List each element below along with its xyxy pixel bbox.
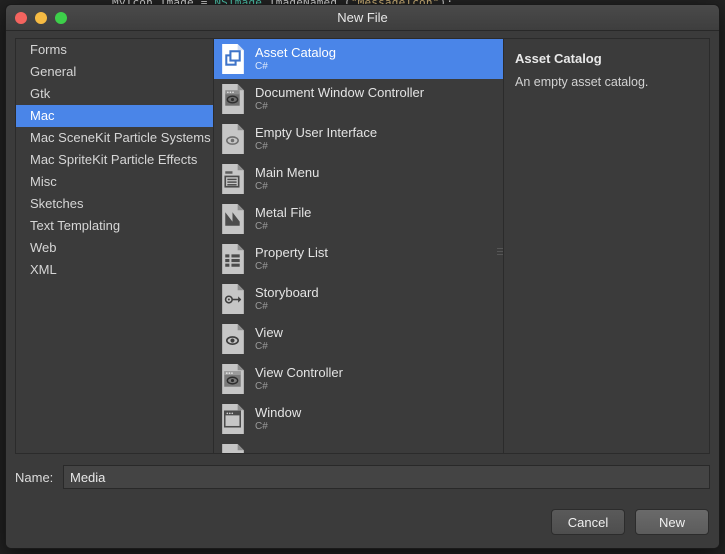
empty-user-interface-icon xyxy=(220,123,246,155)
template-item-text: View Controller C# xyxy=(255,365,343,393)
template-item-metal-file[interactable]: Metal File C# xyxy=(214,199,503,239)
template-item-language: C# xyxy=(255,341,268,352)
category-item-mac-spritekit-particle-effects[interactable]: Mac SpriteKit Particle Effects xyxy=(16,149,213,171)
view-icon xyxy=(220,323,246,355)
template-scroll-area[interactable]: Asset Catalog C# Document Window Controlle… xyxy=(214,39,503,453)
minimize-button[interactable] xyxy=(35,12,47,24)
template-item-text: Storyboard C# xyxy=(255,285,319,313)
category-item-web[interactable]: Web xyxy=(16,237,213,259)
template-item-storyboard[interactable]: Storyboard C# xyxy=(214,279,503,319)
template-item-language: C# xyxy=(255,181,268,192)
asset-catalog-icon xyxy=(220,43,246,75)
template-item-name: Metal File xyxy=(255,205,312,220)
dialog-body: Forms General Gtk Mac Mac SceneKit Particle … xyxy=(6,31,719,548)
template-item-empty-user-interface[interactable]: Empty User Interface C# xyxy=(214,119,503,159)
template-item-text: Window C# xyxy=(255,405,301,433)
template-item-language: C# xyxy=(255,301,268,312)
template-item-language: C# xyxy=(255,61,268,72)
pane-splitter-grip[interactable] xyxy=(497,244,503,258)
name-row: Name: xyxy=(15,465,710,489)
window-controls xyxy=(15,12,67,24)
template-item-asset-catalog[interactable]: Asset Catalog C# xyxy=(214,39,503,79)
category-item-sketches[interactable]: Sketches xyxy=(16,193,213,215)
panes-container: Forms General Gtk Mac Mac SceneKit Particle … xyxy=(15,38,710,454)
template-list[interactable]: Asset Catalog C# Document Window Controlle… xyxy=(214,39,504,453)
maximize-button[interactable] xyxy=(55,12,67,24)
template-item-language: C# xyxy=(255,221,268,232)
template-item-text: Property List C# xyxy=(255,245,328,273)
template-item-window[interactable]: Window C# xyxy=(214,399,503,439)
template-item-text: View C# xyxy=(255,325,283,353)
template-item-text: Metal File C# xyxy=(255,205,311,233)
template-item-main-menu[interactable]: Main Menu C# xyxy=(214,159,503,199)
template-item-text: Asset Catalog C# xyxy=(255,45,336,73)
template-item-language: C# xyxy=(255,421,268,432)
dialog-titlebar[interactable]: New File xyxy=(6,5,719,31)
new-file-dialog: New File Forms General Gtk Mac Mac SceneKit … xyxy=(5,4,720,549)
storyboard-icon xyxy=(220,283,246,315)
template-item-name: Empty User Interface xyxy=(255,125,378,140)
category-item-mac-scenekit-particle-systems[interactable]: Mac SceneKit Particle Systems xyxy=(16,127,213,149)
template-item-name: Asset Catalog xyxy=(255,45,336,60)
name-input[interactable] xyxy=(63,465,710,489)
document-icon xyxy=(220,443,246,453)
view-controller-icon xyxy=(220,363,246,395)
category-item-xml[interactable]: XML xyxy=(16,259,213,281)
main-menu-icon xyxy=(220,163,246,195)
document-window-controller-icon xyxy=(220,83,246,115)
window-icon xyxy=(220,403,246,435)
category-item-forms[interactable]: Forms xyxy=(16,39,213,61)
template-item-view-controller[interactable]: View Controller C# xyxy=(214,359,503,399)
template-item-text: Document Window Controller C# xyxy=(255,85,424,113)
category-item-mac[interactable]: Mac xyxy=(16,105,213,127)
template-item-name: View xyxy=(255,325,283,340)
template-item-name: View Controller xyxy=(255,365,343,380)
name-label: Name: xyxy=(15,469,54,485)
template-item-name: Window xyxy=(255,405,302,420)
template-item-language: C# xyxy=(255,141,268,152)
category-list[interactable]: Forms General Gtk Mac Mac SceneKit Particle … xyxy=(16,39,214,453)
template-item-language: C# xyxy=(255,381,268,392)
template-item-name: Document Window Controller xyxy=(255,85,425,100)
template-item-name: Property List xyxy=(255,245,328,260)
template-item-language: C# xyxy=(255,101,268,112)
template-item-name: Storyboard xyxy=(255,285,319,300)
category-item-misc[interactable]: Misc xyxy=(16,171,213,193)
category-item-gtk[interactable]: Gtk xyxy=(16,83,213,105)
dialog-buttons: Cancel New xyxy=(551,509,709,535)
category-item-general[interactable]: General xyxy=(16,61,213,83)
property-list-icon xyxy=(220,243,246,275)
template-item-document-window-controller[interactable]: Document Window Controller C# xyxy=(214,79,503,119)
details-title: Asset Catalog xyxy=(515,51,602,66)
category-item-text-templating[interactable]: Text Templating xyxy=(16,215,213,237)
window-title: New File xyxy=(337,10,388,25)
details-description: An empty asset catalog. xyxy=(515,75,649,89)
template-details-pane: Asset Catalog An empty asset catalog. xyxy=(504,39,709,453)
new-button[interactable]: New xyxy=(635,509,709,535)
cancel-button[interactable]: Cancel xyxy=(551,509,625,535)
template-item-text: Empty User Interface C# xyxy=(255,125,377,153)
template-item-text: Main Menu C# xyxy=(255,165,319,193)
template-item-language: C# xyxy=(255,261,268,272)
template-item-view[interactable]: View C# xyxy=(214,319,503,359)
template-item-name: Main Menu xyxy=(255,165,320,180)
close-button[interactable] xyxy=(15,12,27,24)
template-item-partial[interactable] xyxy=(214,439,503,453)
template-item-property-list[interactable]: Property List C# xyxy=(214,239,503,279)
metal-file-icon xyxy=(220,203,246,235)
